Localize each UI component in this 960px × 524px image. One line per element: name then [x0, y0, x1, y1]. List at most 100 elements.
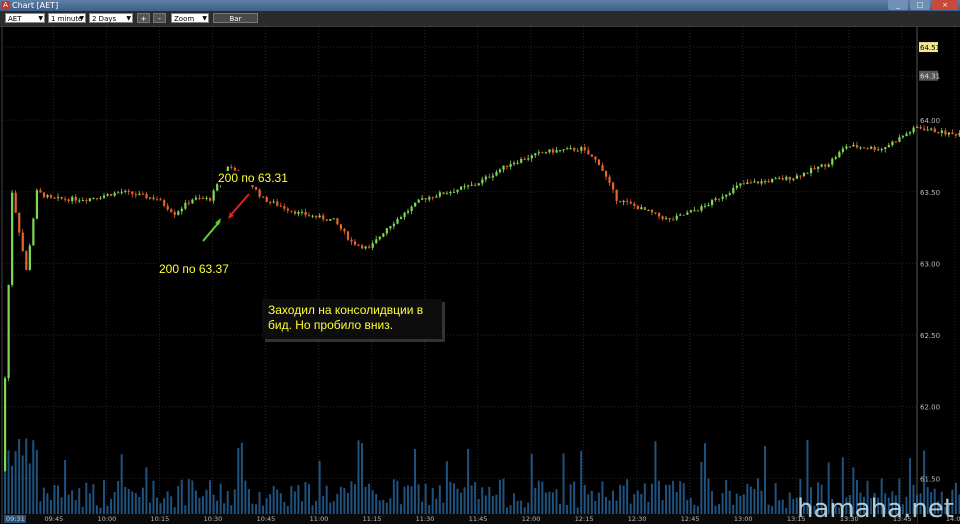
- candle-body: [209, 197, 212, 201]
- volume-bar: [654, 441, 657, 514]
- volume-bar: [569, 484, 572, 514]
- volume-bar: [781, 499, 784, 514]
- candle-body: [855, 144, 859, 148]
- candle-body: [110, 194, 113, 196]
- volume-bar: [954, 482, 957, 514]
- volume-bar: [488, 486, 491, 514]
- candle-body: [343, 229, 346, 232]
- chevron-down-icon: ▼: [38, 15, 43, 22]
- volume-bar: [622, 485, 625, 514]
- price-chart[interactable]: 64.51 64.31 64.00 63.50 63.00 62.50 62.00 61.50…: [0, 27, 960, 524]
- volume-bar: [283, 501, 286, 514]
- candle-body: [399, 217, 403, 219]
- volume-bar: [520, 500, 523, 514]
- candle-body: [859, 147, 862, 149]
- volume-bar: [619, 484, 622, 514]
- candle-body: [364, 246, 367, 249]
- chevron-down-icon: ▼: [126, 15, 131, 22]
- candle-body: [49, 195, 53, 198]
- trade-note: Заходил на консолидвции в бид. Но пробил…: [262, 299, 442, 339]
- candle-body: [863, 147, 866, 149]
- volume-bar: [576, 507, 579, 514]
- candle-body: [848, 146, 852, 148]
- candle-body: [106, 194, 109, 196]
- range-value: 2 Days: [92, 15, 117, 23]
- candle-body: [435, 196, 438, 198]
- candle-body: [679, 214, 682, 216]
- candle-body: [721, 196, 724, 199]
- candle-body: [460, 186, 463, 190]
- volume-bar: [102, 480, 105, 514]
- volume-bar: [403, 486, 406, 514]
- candle-body: [520, 158, 523, 163]
- volume-bar: [74, 500, 77, 514]
- volume-bar: [707, 478, 710, 514]
- volume-bar: [672, 480, 675, 514]
- volume-bar: [650, 483, 653, 514]
- candle-body: [42, 192, 46, 198]
- volume-bar: [580, 450, 583, 514]
- volume-bar: [85, 482, 88, 514]
- volume-bar: [590, 490, 593, 514]
- zoom-out-button[interactable]: -: [153, 13, 166, 23]
- candle-body: [325, 219, 328, 221]
- candle-body: [884, 147, 887, 150]
- volume-bar: [233, 489, 236, 514]
- candle-body: [732, 188, 735, 194]
- candle-body: [711, 199, 714, 206]
- x-tick-label: 11:15: [363, 515, 382, 523]
- interval-value: 1 minute: [51, 15, 83, 23]
- volume-bar: [396, 480, 399, 514]
- volume-bar: [53, 485, 56, 514]
- volume-bar: [774, 483, 777, 514]
- candle-body: [53, 197, 56, 199]
- candle-body: [322, 215, 325, 220]
- volume-bar: [604, 496, 607, 514]
- bar-style-button[interactable]: Bar: [213, 13, 258, 23]
- volume-bar: [262, 505, 265, 514]
- volume-bar: [735, 493, 738, 514]
- candle-body: [357, 244, 360, 246]
- volume-bar: [573, 481, 576, 514]
- candle-body: [421, 198, 424, 200]
- candle-body: [615, 189, 618, 201]
- range-select[interactable]: 2 Days ▼: [89, 13, 133, 23]
- candle-body: [866, 148, 869, 150]
- candle-body: [71, 196, 74, 202]
- volume-bar: [138, 496, 141, 514]
- volume-bar: [442, 502, 445, 514]
- volume-bar: [498, 479, 501, 514]
- volume-bar: [88, 493, 91, 514]
- candle-body: [551, 149, 555, 153]
- candle-body: [714, 198, 717, 200]
- candle-body: [693, 210, 696, 212]
- zoom-select[interactable]: Zoom ▼: [171, 13, 209, 23]
- candle-body: [283, 206, 286, 209]
- symbol-select[interactable]: AET ▼: [5, 13, 45, 23]
- zoom-in-button[interactable]: +: [137, 13, 150, 23]
- candle-body: [456, 189, 459, 192]
- close-icon[interactable]: ×: [932, 0, 958, 10]
- candle-body: [633, 203, 636, 206]
- candle-body: [527, 158, 530, 160]
- volume-bar: [389, 498, 392, 514]
- maximize-icon[interactable]: □: [910, 0, 930, 10]
- minimize-icon[interactable]: _: [888, 0, 908, 10]
- volume-bar: [534, 487, 537, 514]
- volume-bar: [615, 500, 618, 514]
- volume-bar: [364, 486, 367, 514]
- volume-bar: [286, 505, 289, 514]
- candle-body: [629, 201, 632, 204]
- y-tick-label: 64.31: [920, 73, 940, 81]
- volume-bar: [693, 504, 696, 514]
- candle-body: [262, 196, 265, 198]
- volume-bar: [700, 461, 703, 514]
- candle-body: [580, 147, 583, 151]
- volume-bar: [141, 487, 144, 514]
- volume-bar: [711, 491, 713, 514]
- candle-body: [901, 136, 905, 138]
- interval-select[interactable]: 1 minute ▼: [48, 13, 86, 23]
- volume-bar: [718, 504, 721, 514]
- candle-body: [375, 239, 378, 244]
- volume-bar: [134, 492, 137, 514]
